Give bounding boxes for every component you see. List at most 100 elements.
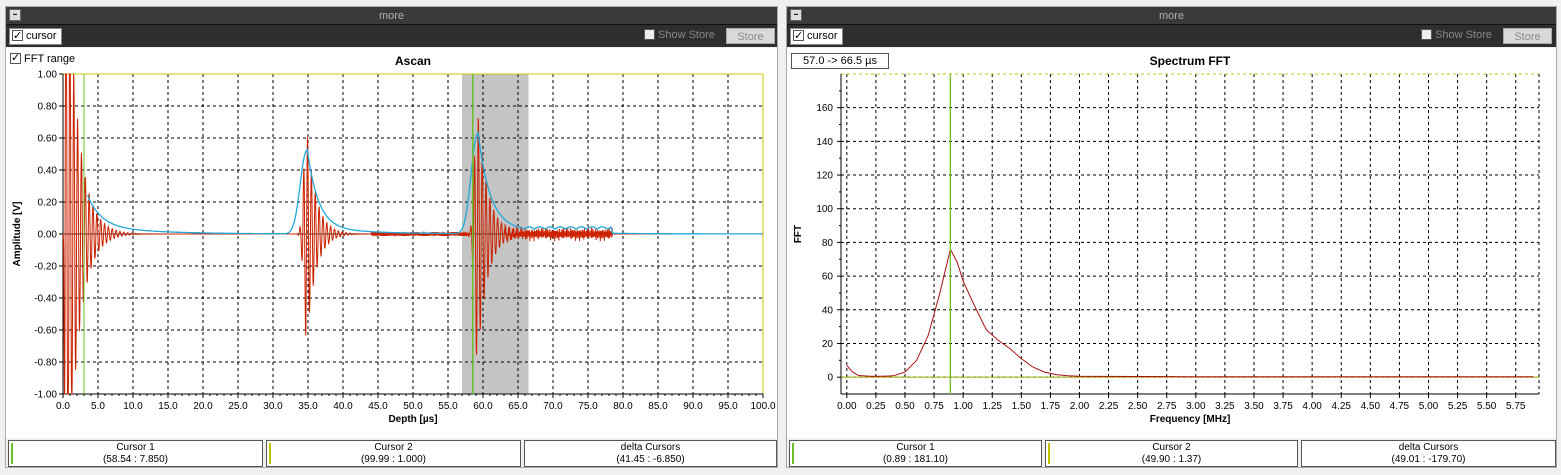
x-tick-label: 3.00 [1186, 401, 1206, 412]
x-tick-label: 65.0 [508, 401, 528, 412]
cursor-1-marker [792, 443, 794, 464]
x-tick-label: 95.0 [718, 401, 738, 412]
checkbox-unchecked-icon[interactable] [644, 28, 655, 40]
show-store-checkbox[interactable]: Show Store [1421, 28, 1492, 41]
cursor-1-label: Cursor 1 [116, 442, 155, 453]
cursor-2-label: Cursor 2 [1152, 442, 1191, 453]
cursor-1-readout: Cursor 1 (58.54 : 7.850) [8, 440, 263, 467]
cursor-2-value: (49.90 : 1.37) [1141, 454, 1202, 465]
x-tick-label: 0.0 [56, 401, 70, 412]
x-tick-label: 4.50 [1361, 401, 1381, 412]
store-button[interactable]: Store [1503, 28, 1552, 44]
cursor-checkbox-label: cursor [807, 30, 838, 42]
y-tick-label: -0.20 [34, 262, 57, 273]
x-tick-label: 75.0 [578, 401, 598, 412]
x-tick-label: 10.0 [123, 401, 143, 412]
y-tick-label: -0.80 [34, 358, 57, 369]
cursor-2-label: Cursor 2 [374, 442, 413, 453]
x-tick-label: 3.50 [1244, 401, 1264, 412]
x-tick-label: 35.0 [298, 401, 318, 412]
fft-panel: – more cursor Show Store Store 57.0 -> 6… [786, 6, 1557, 468]
x-tick-label: 85.0 [648, 401, 668, 412]
x-tick-label: 0.25 [866, 401, 886, 412]
fft-plot[interactable]: 0.00 0.25 0.50 0.75 1.00 1.25 1.50 1.75 2.00 2.25… [787, 48, 1558, 438]
cursor-checkbox[interactable]: cursor [790, 28, 843, 45]
x-tick-label: 1.50 [1012, 401, 1032, 412]
cursor-2-marker [1048, 443, 1050, 464]
x-tick-label: 0.50 [895, 401, 915, 412]
envelope-line [86, 130, 763, 235]
delta-cursors-label: delta Cursors [620, 442, 681, 453]
x-tick-label: 1.00 [953, 401, 973, 412]
y-tick-label: 140 [816, 137, 833, 148]
x-tick-label: 100.0 [750, 401, 775, 412]
cursor-2-readout: Cursor 2 (49.90 : 1.37) [1045, 440, 1298, 467]
fft-chart[interactable]: 57.0 -> 66.5 µs 0.00 0.25 0.50 0.75 1.00 1.25… [787, 48, 1556, 438]
checkbox-checked-icon[interactable] [12, 28, 23, 43]
x-tick-label: 60.0 [473, 401, 493, 412]
x-tick-label: 3.25 [1215, 401, 1235, 412]
x-tick-label: 0.75 [924, 401, 944, 412]
y-axis-label: FFT [793, 225, 804, 243]
x-tick-label: 1.25 [982, 401, 1002, 412]
x-tick-label: 4.25 [1331, 401, 1351, 412]
x-tick-label: 50.0 [403, 401, 423, 412]
x-axis-label: Frequency [MHz] [1150, 414, 1231, 425]
chart-title: Ascan [395, 54, 431, 68]
chart-title: Spectrum FFT [1150, 54, 1231, 68]
x-tick-label: 70.0 [543, 401, 563, 412]
cursor-1-marker [11, 443, 13, 464]
y-tick-label: 0.20 [38, 198, 58, 209]
ascan-panel: – more cursor Show Store Store FFT range… [5, 6, 778, 468]
delta-cursors-readout: delta Cursors (49.01 : -179.70) [1301, 440, 1556, 467]
show-store-checkbox[interactable]: Show Store [644, 28, 715, 41]
y-tick-label: -0.40 [34, 294, 57, 305]
x-tick-label: 4.00 [1302, 401, 1322, 412]
y-tick-label: 60 [822, 272, 834, 283]
x-tick-label: 2.50 [1128, 401, 1148, 412]
y-tick-label: 0.40 [38, 166, 58, 177]
delta-cursors-label: delta Cursors [1398, 442, 1459, 453]
control-bar: cursor Show Store Store [6, 25, 777, 47]
more-bar[interactable]: – more [787, 7, 1556, 25]
x-tick-label: 30.0 [263, 401, 283, 412]
x-tick-label: 2.25 [1099, 401, 1119, 412]
cursor-2-value: (99.99 : 1.000) [360, 454, 427, 465]
y-tick-label: 0.00 [38, 230, 58, 241]
checkbox-unchecked-icon[interactable] [1421, 28, 1432, 40]
control-bar: cursor Show Store Store [787, 25, 1556, 47]
cursor-1-readout: Cursor 1 (0.89 : 181.10) [789, 440, 1042, 467]
more-bar[interactable]: – more [6, 7, 777, 25]
cursor-1-value: (58.54 : 7.850) [102, 454, 169, 465]
x-tick-label: 90.0 [683, 401, 703, 412]
x-tick-label: 0.00 [837, 401, 857, 412]
y-tick-label: 0.80 [38, 102, 58, 113]
delta-cursors-value: (49.01 : -179.70) [1391, 454, 1466, 465]
ascan-plot[interactable]: 0.0 5.0 10.0 15.0 20.0 25.0 30.0 35.0 40.0 45.0 50… [6, 48, 779, 438]
store-button[interactable]: Store [726, 28, 775, 44]
y-tick-label: 160 [816, 103, 833, 114]
y-tick-label: 1.00 [38, 70, 58, 81]
y-tick-label: 20 [822, 339, 834, 350]
ascan-chart[interactable]: FFT range 0.05.010.015.020.025.030.035.0… [6, 48, 777, 438]
x-tick-label: 15.0 [158, 401, 178, 412]
y-tick-label: 120 [816, 171, 833, 182]
y-tick-label: 0 [827, 373, 833, 384]
x-tick-label: 3.75 [1273, 401, 1293, 412]
x-tick-label: 5.00 [1419, 401, 1439, 412]
x-tick-label: 5.50 [1477, 401, 1497, 412]
cursor-1-value: (0.89 : 181.10) [882, 454, 949, 465]
y-tick-label: 100 [816, 204, 833, 215]
y-axis-label: Amplitude [V] [12, 202, 23, 267]
cursor-checkbox[interactable]: cursor [9, 28, 62, 45]
checkbox-checked-icon[interactable] [793, 28, 804, 43]
x-tick-label: 40.0 [333, 401, 353, 412]
y-tick-label: 0.60 [38, 134, 58, 145]
y-tick-label: -1.00 [34, 390, 57, 401]
x-axis-label: Depth [µs] [388, 414, 437, 425]
cursor-readouts: Cursor 1 (58.54 : 7.850) Cursor 2 (99.99 :… [6, 440, 777, 467]
cursor-1-label: Cursor 1 [896, 442, 935, 453]
x-tick-label: 45.0 [368, 401, 388, 412]
x-tick-label: 5.0 [91, 401, 105, 412]
cursor-checkbox-label: cursor [26, 30, 57, 42]
